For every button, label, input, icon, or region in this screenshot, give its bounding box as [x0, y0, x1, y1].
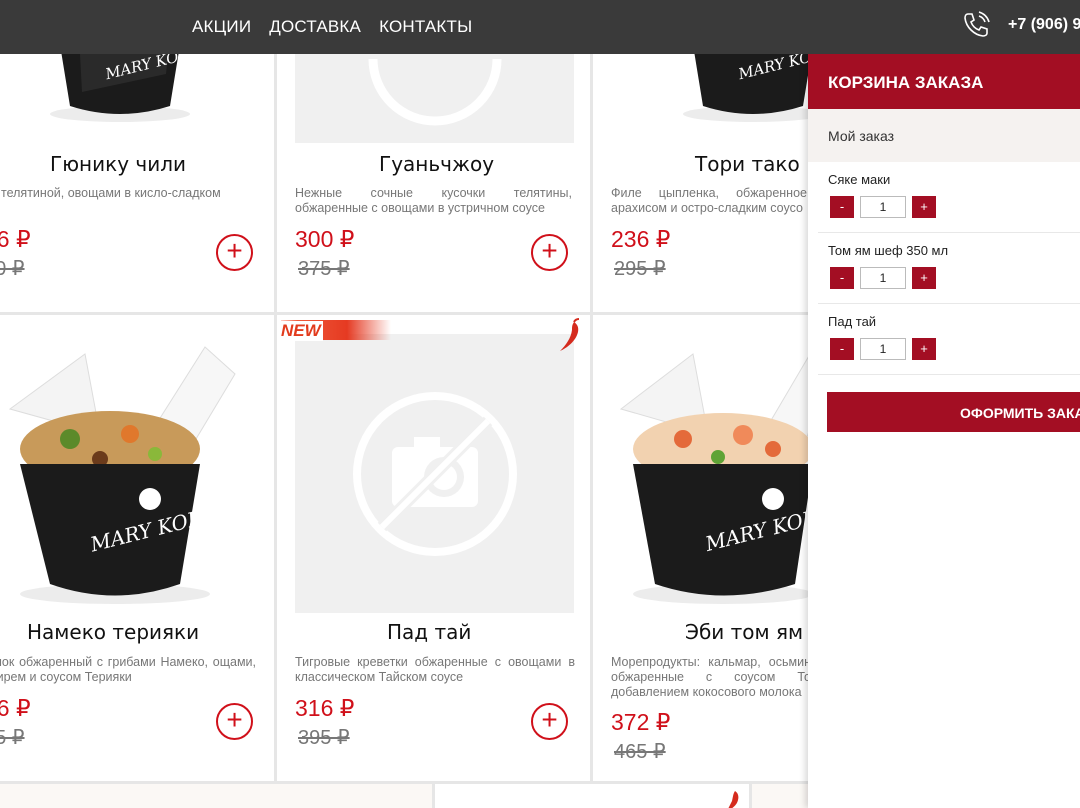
product-image: MARY KOFU [0, 339, 240, 614]
cart-item: Сяке маки - 1 + [818, 162, 1080, 233]
product-card [752, 784, 808, 808]
cart-item-name: Пад тай [828, 314, 877, 329]
cart-title: КОРЗИНА ЗАКАЗА [808, 54, 1080, 109]
product-price: 96 ₽ [0, 226, 31, 252]
product-card: Гуаньчжоу Нежные сочные кусочки телятины… [277, 54, 590, 312]
product-card: MARY KOFU Тори тако Филе цыпленка, обжар… [593, 54, 808, 312]
phone-block[interactable]: +7 (906) 98 [960, 9, 1080, 41]
cart-subtitle: Мой заказ [808, 109, 1080, 162]
cart-item-name: Сяке маки [828, 172, 891, 187]
product-description: Нежные сочные кусочки телятины, обжаренн… [295, 186, 572, 215]
product-description: ба с телятиной, овощами в кисло-сладком … [1, 186, 221, 200]
main-menu: АКЦИИ ДОСТАВКА КОНТАКТЫ [192, 0, 472, 54]
cart-panel: КОРЗИНА ЗАКАЗА Мой заказ Сяке маки - 1 +… [808, 54, 1080, 808]
new-badge: NEW [281, 320, 391, 341]
chili-pepper-icon [728, 791, 739, 808]
no-image-placeholder [295, 334, 574, 613]
product-image: MARY KOFU [613, 339, 808, 614]
product-image: MARY KOFU [20, 54, 220, 134]
product-grid: MARY KOFU Гюнику чили ба с телятиной, ов… [0, 54, 808, 808]
product-card: MARY KOFU Гюнику чили ба с телятиной, ов… [0, 54, 274, 312]
decrease-button[interactable]: - [830, 267, 854, 289]
product-title: Гюнику чили [50, 152, 186, 176]
product-title: Эби том ям [685, 620, 804, 644]
product-title: Тори тако [695, 152, 800, 176]
no-image-placeholder [295, 54, 574, 143]
add-to-cart-button[interactable]: + [216, 234, 253, 271]
increase-button[interactable]: + [912, 267, 936, 289]
quantity-stepper: - 1 + [830, 196, 936, 218]
quantity-stepper: - 1 + [830, 338, 936, 360]
product-description: пленок обжаренный с грибами Намеко, ощам… [0, 655, 256, 684]
product-card [435, 784, 749, 808]
add-to-cart-button[interactable]: + [531, 703, 568, 740]
product-description: Филе цыпленка, обжаренное арахисом и ост… [611, 186, 807, 215]
top-nav: АКЦИИ ДОСТАВКА КОНТАКТЫ +7 (906) 98 [0, 0, 1080, 54]
quantity-stepper: - 1 + [830, 267, 936, 289]
add-to-cart-button[interactable]: + [216, 703, 253, 740]
checkout-button[interactable]: ОФОРМИТЬ ЗАКА [827, 392, 1080, 432]
product-title: Гуаньчжоу [379, 152, 495, 176]
product-price: 236 ₽ [611, 226, 671, 252]
nav-contacts[interactable]: КОНТАКТЫ [379, 17, 472, 37]
decrease-button[interactable]: - [830, 196, 854, 218]
product-price: 316 ₽ [295, 695, 355, 721]
quantity-input[interactable]: 1 [860, 196, 906, 218]
no-photo-icon [352, 391, 517, 556]
product-card: MARY KOFU Эби том ям Морепродукты: кальм… [593, 315, 808, 781]
quantity-input[interactable]: 1 [860, 267, 906, 289]
add-to-cart-button[interactable]: + [531, 234, 568, 271]
quantity-input[interactable]: 1 [860, 338, 906, 360]
increase-button[interactable]: + [912, 196, 936, 218]
product-old-price: 70 ₽ [0, 258, 25, 280]
nav-delivery[interactable]: ДОСТАВКА [269, 17, 361, 37]
product-description: Морепродукты: кальмар, осьмин обжаренные… [611, 655, 808, 699]
product-old-price: 465 ₽ [614, 741, 666, 763]
phone-icon [964, 11, 990, 37]
cart-item: Пад тай - 1 + [818, 304, 1080, 375]
product-title: Пад тай [387, 620, 472, 644]
decrease-button[interactable]: - [830, 338, 854, 360]
product-old-price: 375 ₽ [298, 258, 350, 280]
product-price: 300 ₽ [295, 226, 355, 252]
product-title: Намеко терияки [27, 620, 200, 644]
product-price: 36 ₽ [0, 695, 31, 721]
cart-item-name: Том ям шеф 350 мл [828, 243, 949, 258]
product-old-price: 95 ₽ [0, 727, 25, 749]
product-old-price: 395 ₽ [298, 727, 350, 749]
product-description: Тигровые креветки обжаренные с овощами в… [295, 655, 575, 684]
product-old-price: 295 ₽ [614, 258, 666, 280]
product-card: MARY KOFU Намеко терияки пленок обжаренн… [0, 315, 274, 781]
increase-button[interactable]: + [912, 338, 936, 360]
product-price: 372 ₽ [611, 709, 671, 735]
chili-pepper-icon [560, 318, 580, 351]
product-card [0, 784, 432, 808]
nav-promotions[interactable]: АКЦИИ [192, 17, 251, 37]
product-card: Пад тай Тигровые креветки обжаренные с о… [277, 315, 590, 781]
product-image: MARY KOFU [653, 54, 808, 134]
phone-number[interactable]: +7 (906) 98 [1008, 16, 1080, 34]
cart-item: Том ям шеф 350 мл - 1 + [818, 233, 1080, 304]
